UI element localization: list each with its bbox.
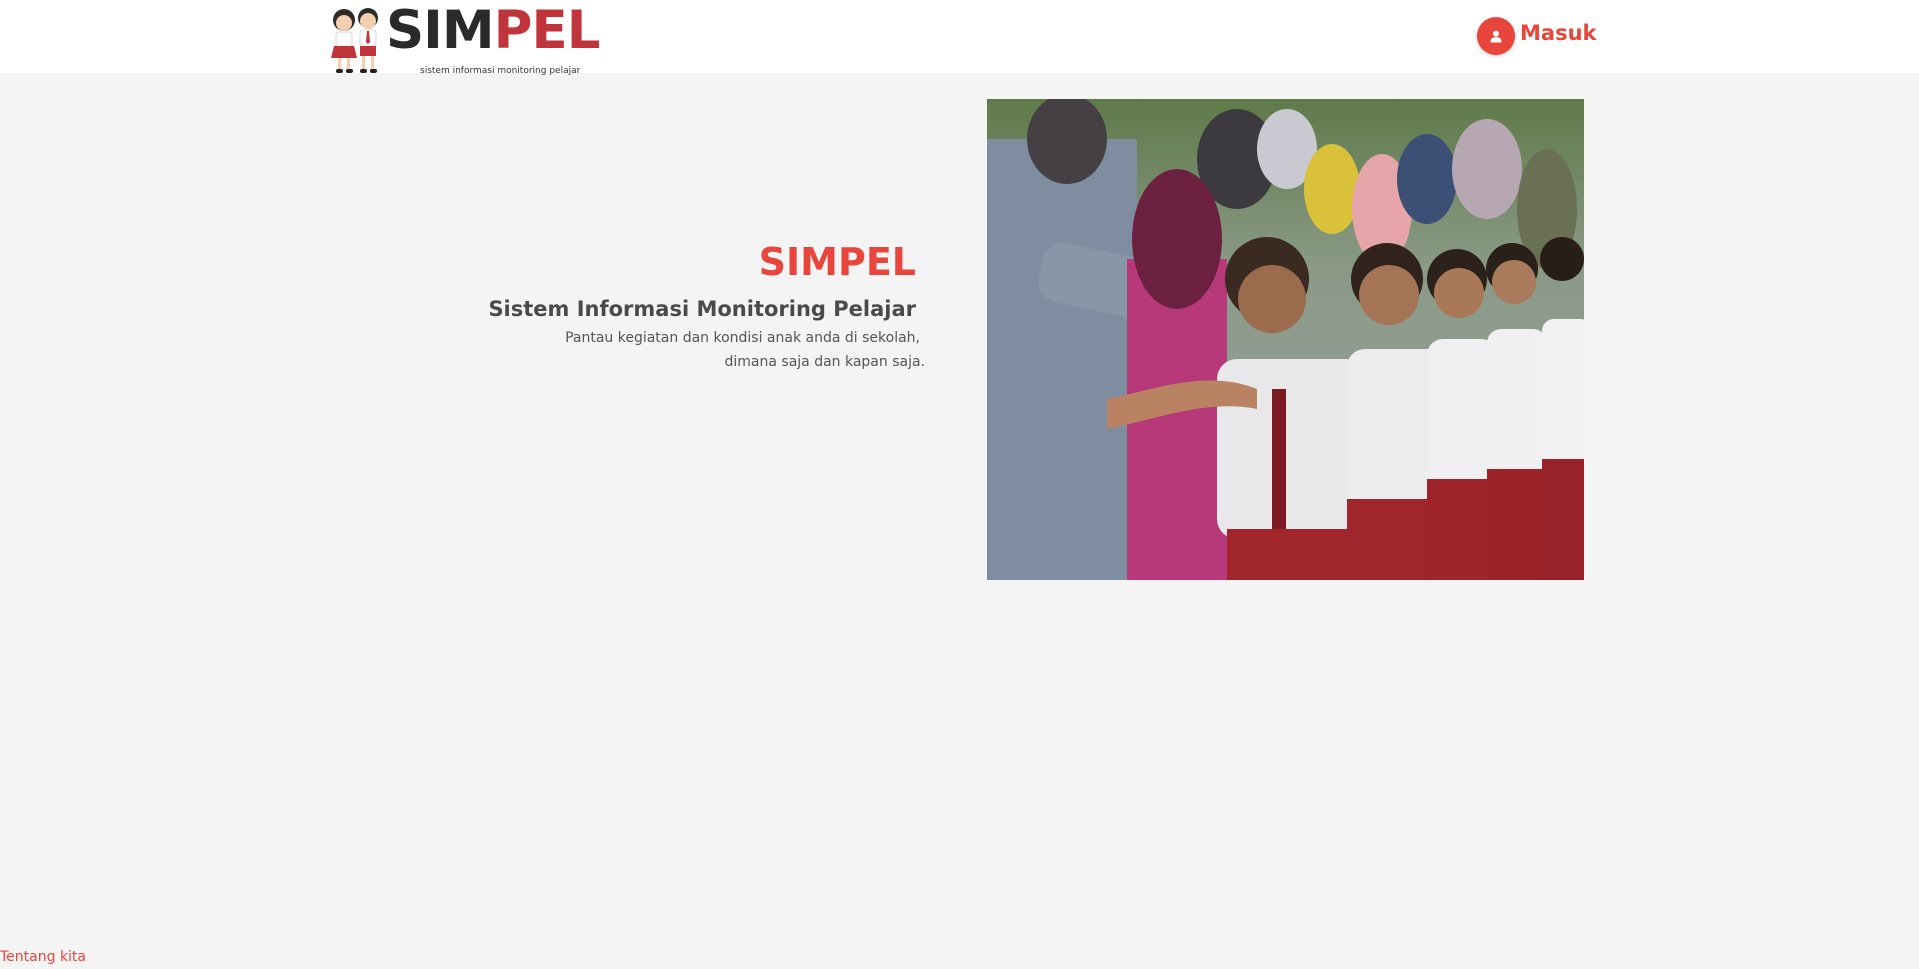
hero-description-line2: dimana saja dan kapan saja. — [724, 354, 926, 370]
hero-title: SIMPEL — [758, 240, 916, 284]
login-button[interactable]: Masuk — [1477, 16, 1596, 56]
hero-text-block: SIMPEL Sistem Informasi Monitoring Pelaj… — [405, 238, 925, 374]
site-logo[interactable]: SIMPEL sistem informasi monitoring pelaj… — [326, 2, 608, 78]
header-bar: SIMPEL sistem informasi monitoring pelaj… — [0, 0, 1919, 76]
hero-description: Pantau kegiatan dan kondisi anak anda di… — [405, 326, 925, 374]
about-us-link[interactable]: Tentang kita — [0, 949, 86, 965]
logo-wordmark: SIMPEL — [386, 4, 600, 57]
students-mascot-icon — [331, 8, 378, 73]
hero-description-line1: Pantau kegiatan dan kondisi anak anda di… — [565, 330, 920, 346]
students-greeting-teachers-image — [987, 99, 1584, 580]
hero-photo — [987, 99, 1584, 580]
logo-wordmark-pel: PEL — [493, 0, 601, 61]
login-label: Masuk — [1520, 21, 1597, 45]
hero-subtitle: Sistem Informasi Monitoring Pelajar — [488, 297, 916, 321]
logo-wordmark-sim: SIM — [386, 0, 495, 61]
user-icon — [1477, 17, 1515, 55]
logo-tagline: sistem informasi monitoring pelajar — [420, 66, 581, 76]
